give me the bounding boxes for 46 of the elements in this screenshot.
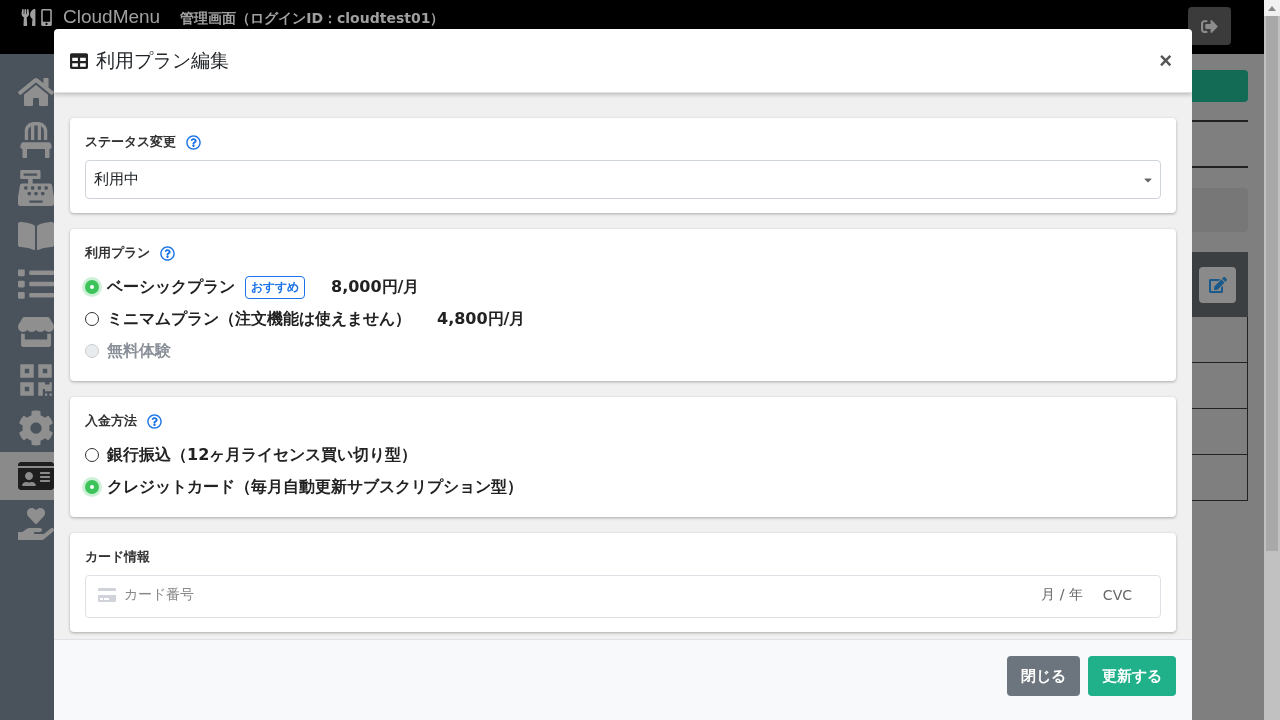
sidebar-item[interactable] <box>0 452 54 500</box>
hand-heart-icon <box>18 506 54 542</box>
radio-button[interactable] <box>85 312 99 326</box>
price-label: 8,000円/月 <box>331 276 420 298</box>
edit-button[interactable] <box>1199 266 1236 303</box>
option-label: ミニマムプラン（注文機能は使えません） <box>107 308 411 330</box>
section-label: 入金方法 <box>85 412 137 430</box>
cash-register-icon <box>18 170 54 206</box>
list-icon <box>18 266 54 302</box>
recommended-badge: おすすめ <box>245 275 305 299</box>
status-select[interactable]: 利用中 <box>85 160 1161 199</box>
radio-button[interactable] <box>85 448 99 462</box>
option-label: 銀行振込（12ヶ月ライセンス買い切り型） <box>107 444 418 466</box>
store-icon <box>18 314 54 350</box>
page-subtitle: 管理画面（ログインID：cloudtest01） <box>180 9 446 27</box>
logout-button[interactable] <box>1188 7 1231 45</box>
close-dialog-button[interactable]: 閉じる <box>1007 656 1080 696</box>
scroll-up-icon[interactable] <box>1268 5 1276 11</box>
radio-button[interactable] <box>85 480 99 494</box>
card-number-placeholder: カード番号 <box>124 585 195 604</box>
radio-button[interactable] <box>85 280 99 294</box>
settings-icon <box>18 410 54 446</box>
edit-icon <box>1208 275 1227 294</box>
card-input-field[interactable]: カード番号 月 / 年 CVC <box>85 575 1161 618</box>
credit-card-icon <box>98 585 116 604</box>
logo-icon <box>20 9 55 26</box>
logout-icon <box>1201 17 1218 35</box>
option-label: ベーシックプラン <box>107 276 235 298</box>
table-icon <box>70 51 88 70</box>
help-icon[interactable] <box>160 245 175 261</box>
expiry-placeholder: 月 / 年 <box>1041 585 1083 604</box>
brand-name: CloudMenu <box>63 7 161 27</box>
price-label: 4,800円/月 <box>437 308 526 330</box>
option-label: クレジットカード（毎月自動更新サブスクリプション型） <box>107 476 523 498</box>
chair-icon <box>18 122 54 158</box>
help-icon[interactable] <box>186 134 201 150</box>
scrollbar[interactable] <box>1264 0 1280 720</box>
help-icon[interactable] <box>147 413 162 429</box>
modal-title: 利用プラン編集 <box>96 47 230 73</box>
close-button[interactable]: × <box>1155 47 1176 74</box>
qr-code-icon <box>18 362 54 398</box>
section-label: ステータス変更 <box>85 133 176 151</box>
cvc-placeholder: CVC <box>1102 586 1132 603</box>
section-label: 利用プラン <box>85 244 150 262</box>
option-label: 無料体験 <box>107 340 171 362</box>
section-label: カード情報 <box>85 548 150 566</box>
